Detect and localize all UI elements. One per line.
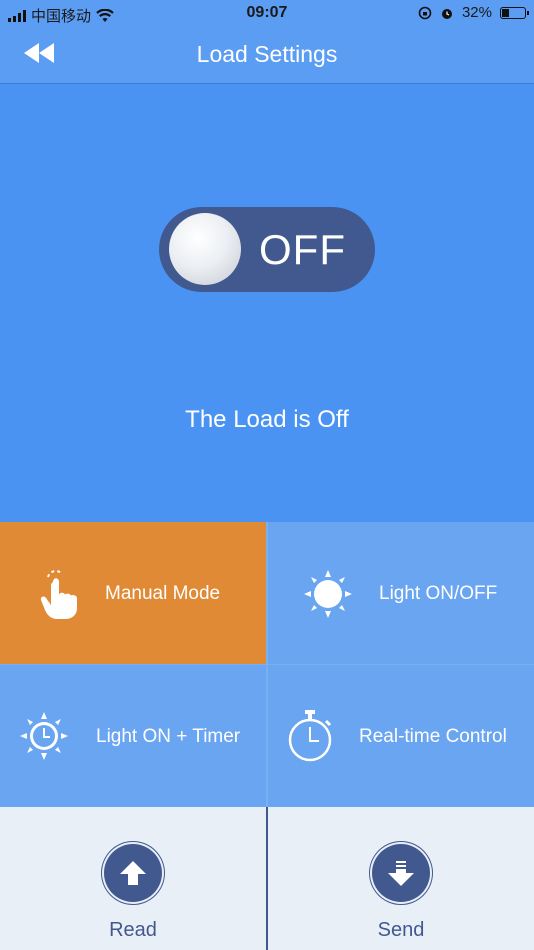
mode-label-realtime: Real-time Control	[359, 726, 507, 747]
mode-tile-light-timer[interactable]: Light ON + Timer	[0, 665, 266, 807]
read-button[interactable]: Read	[0, 807, 266, 950]
mode-label-light-timer: Light ON + Timer	[96, 726, 241, 747]
stopwatch-icon	[288, 710, 332, 762]
toggle-knob[interactable]	[169, 213, 241, 285]
page-title: Load Settings	[196, 41, 338, 67]
mode-label-light-onoff: Light ON/OFF	[379, 583, 498, 604]
load-status-text: The Load is Off	[185, 406, 349, 433]
send-label: Send	[377, 919, 425, 941]
read-circle[interactable]	[104, 844, 162, 902]
battery-percent: 32%	[461, 4, 492, 21]
nav-bar: Load Settings	[0, 28, 534, 84]
arrow-down-icon	[388, 861, 414, 886]
hand-pointer-icon	[40, 570, 77, 619]
send-button[interactable]: Send	[268, 807, 534, 950]
status-right: 32%	[418, 4, 529, 21]
send-circle[interactable]	[372, 844, 430, 902]
load-panel: OFF The Load is Off	[0, 84, 534, 522]
toggle-state-label: OFF	[259, 226, 346, 273]
load-toggle[interactable]: OFF	[159, 207, 375, 292]
arrow-up-icon	[120, 861, 146, 885]
mode-tile-light-onoff[interactable]: Light ON/OFF	[268, 522, 534, 664]
alarm-icon	[441, 8, 452, 19]
status-bar: 中国移动 09:07 32%	[0, 0, 534, 28]
sun-clock-icon	[20, 712, 68, 760]
sun-icon	[304, 570, 352, 618]
mode-label-manual: Manual Mode	[105, 583, 221, 604]
mode-grid: Manual Mode Light ON/OFF Light ON + Time…	[0, 522, 534, 807]
bottom-action-bar: Read Send	[0, 807, 534, 950]
mode-tile-realtime[interactable]: Real-time Control	[268, 665, 534, 807]
mode-tile-manual[interactable]: Manual Mode	[0, 522, 266, 664]
read-label: Read	[109, 919, 157, 941]
rotation-lock-icon	[418, 6, 432, 19]
battery-icon	[500, 6, 529, 19]
